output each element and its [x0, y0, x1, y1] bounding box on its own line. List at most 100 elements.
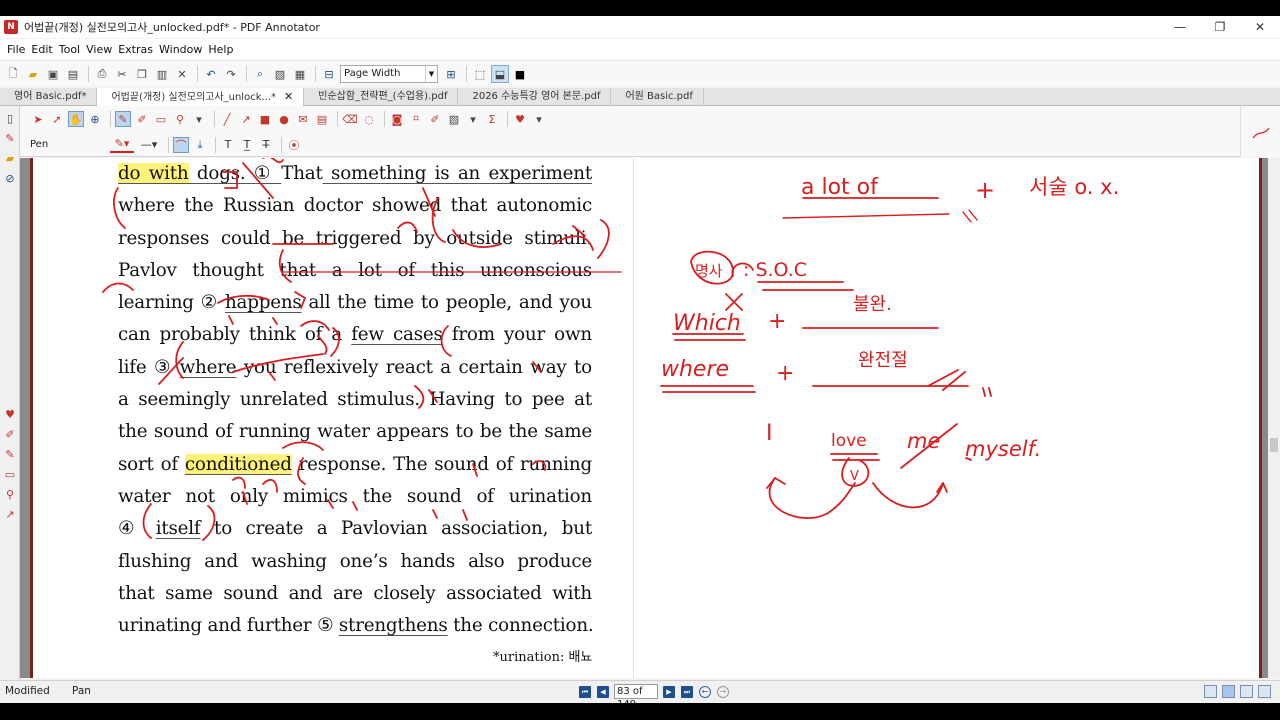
pen-icon[interactable]: ✎ — [3, 132, 17, 146]
text-under-icon[interactable]: T̲ — [239, 137, 255, 153]
attachment-icon[interactable]: ⊘ — [3, 172, 17, 186]
pen-color-icon[interactable]: ✎▾ — [110, 137, 134, 153]
mail-icon[interactable]: ✉ — [295, 111, 311, 127]
menu-file[interactable]: File — [4, 43, 28, 56]
save-icon[interactable]: ▣ — [44, 65, 62, 83]
image-icon[interactable]: ▧ — [271, 65, 289, 83]
text-icon[interactable]: T — [220, 137, 236, 153]
eraser-icon[interactable]: ⌫ — [342, 111, 358, 127]
ellipse-icon[interactable]: ● — [276, 111, 292, 127]
highlighter-tool-icon[interactable]: ✐ — [134, 111, 150, 127]
tab-1[interactable]: 어법끝(개정) 실전모의고사_unlock...* ✕ — [97, 88, 305, 106]
print-icon[interactable]: ⎙ — [93, 65, 111, 83]
page-number-input[interactable]: 83 of 149 — [614, 684, 658, 710]
previous-page-icon[interactable]: ◀ — [597, 685, 609, 698]
find-icon[interactable]: ⌕ — [251, 65, 269, 83]
next-page-icon[interactable]: ▶ — [663, 685, 675, 698]
forward-icon[interactable]: → — [717, 685, 729, 698]
copy-icon[interactable]: ❐ — [133, 65, 151, 83]
chevron-down-icon[interactable]: ▾ — [465, 111, 481, 127]
pages-icon[interactable]: ▦ — [291, 65, 309, 83]
line-style-icon[interactable]: —▾ — [137, 137, 161, 153]
close-tab-icon[interactable]: ✕ — [284, 90, 293, 103]
stamp-icon[interactable]: ⚲ — [3, 488, 17, 502]
pin-icon[interactable]: ⤓ — [192, 137, 208, 153]
passage-line: a seemingly unrelated stimulus. Having t… — [118, 384, 592, 416]
new-document-icon[interactable]: 🗋 — [4, 65, 22, 83]
lasso-icon[interactable]: ◌ — [361, 111, 377, 127]
tab-4[interactable]: 어원 Basic.pdf — [611, 88, 704, 106]
scrollbar-thumb[interactable] — [1270, 438, 1278, 452]
restore-button[interactable]: ❐ — [1200, 16, 1240, 38]
sigma-icon[interactable]: Σ — [484, 111, 500, 127]
document-area[interactable]: do with dogs. ① That something is an exp… — [20, 158, 1268, 678]
single-page-view-icon[interactable] — [1204, 685, 1217, 698]
menu-tool[interactable]: Tool — [56, 43, 83, 56]
paste-icon[interactable]: ▥ — [153, 65, 171, 83]
zoom-out-icon[interactable]: ⊟ — [320, 65, 338, 83]
passage-segment: responses could be triggered by outside … — [118, 227, 592, 249]
camera-icon[interactable]: ◙ — [389, 111, 405, 127]
cut-icon[interactable]: ✂ — [113, 65, 131, 83]
zoom-select[interactable]: Page Width ▼ — [340, 65, 438, 83]
first-page-icon[interactable]: ⏮ — [579, 685, 591, 698]
arrow-icon[interactable]: ↗ — [238, 111, 254, 127]
favorite-pen-icon[interactable]: ⦿ — [286, 137, 302, 153]
highlighter-icon[interactable]: ✎ — [3, 448, 17, 462]
vertical-scrollbar[interactable] — [1268, 158, 1280, 678]
pdf-page[interactable]: do with dogs. ① That something is an exp… — [30, 158, 1262, 678]
pen-tool-icon[interactable]: ✎ — [115, 111, 131, 127]
tab-3[interactable]: 2026 수능특강 영어 본문.pdf — [458, 88, 612, 106]
fit-page-icon[interactable]: ⬚ — [471, 65, 489, 83]
fill-icon[interactable]: ✐ — [427, 111, 443, 127]
zoom-in-icon[interactable]: ⊞ — [442, 65, 460, 83]
insert-image-icon[interactable]: ▧ — [446, 111, 462, 127]
pan-hand-icon[interactable]: ✋ — [68, 111, 84, 127]
save-as-icon[interactable]: ▤ — [64, 65, 82, 83]
tool-name: Pen — [30, 139, 49, 150]
underlined-option: where — [179, 356, 237, 378]
favorite-icon[interactable]: ♥ — [3, 408, 17, 422]
undo-icon[interactable]: ↶ — [202, 65, 220, 83]
passage-line: responses could be triggered by outside … — [118, 223, 592, 255]
delete-icon[interactable]: ✕ — [173, 65, 191, 83]
svg-text:명사: 명사 — [695, 262, 723, 280]
back-icon[interactable]: ← — [699, 685, 711, 698]
select-icon[interactable]: ➤ — [30, 111, 46, 127]
text-strike-icon[interactable]: T̶ — [258, 137, 274, 153]
menu-view[interactable]: View — [83, 43, 115, 56]
menu-extras[interactable]: Extras — [115, 43, 156, 56]
two-continuous-view-icon[interactable] — [1258, 685, 1271, 698]
two-page-view-icon[interactable] — [1240, 685, 1253, 698]
crop-icon[interactable]: ⌗ — [408, 111, 424, 127]
tab-0[interactable]: 영어 Basic.pdf* — [0, 88, 98, 106]
close-window-button[interactable]: ✕ — [1240, 16, 1280, 38]
chevron-down-icon[interactable]: ▾ — [191, 111, 207, 127]
folder-icon[interactable]: ▰ — [3, 152, 17, 166]
last-page-icon[interactable]: ⏭ — [681, 685, 693, 698]
open-folder-icon[interactable]: ▰ — [24, 65, 42, 83]
fit-width-icon[interactable]: ⬓ — [491, 65, 509, 83]
rectangle-icon[interactable]: ■ — [257, 111, 273, 127]
menu-edit[interactable]: Edit — [28, 43, 55, 56]
arrow-tool-icon[interactable]: ↗ — [3, 508, 17, 522]
heart-icon[interactable]: ♥ — [512, 111, 528, 127]
minimize-button[interactable]: — — [1160, 16, 1200, 38]
briefcase-icon[interactable]: ▤ — [314, 111, 330, 127]
tab-2[interactable]: 빈순삽함_전략편_(수업용).pdf — [304, 88, 459, 106]
line-icon[interactable]: ╱ — [219, 111, 235, 127]
continuous-view-icon[interactable] — [1222, 685, 1235, 698]
page-icon[interactable]: ▯ — [3, 112, 17, 126]
freehand-icon[interactable]: ⌒ — [173, 136, 189, 153]
chevron-down-icon[interactable]: ▾ — [531, 111, 547, 127]
marker-icon[interactable]: ✐ — [3, 428, 17, 442]
menu-help[interactable]: Help — [205, 43, 236, 56]
stamp-tool-icon[interactable]: ⚲ — [172, 111, 188, 127]
image-insert-icon[interactable]: ▭ — [153, 111, 169, 127]
magnifier-icon[interactable]: ⊕ — [87, 111, 103, 127]
redo-icon[interactable]: ↷ — [222, 65, 240, 83]
image-tool-icon[interactable]: ▭ — [3, 468, 17, 482]
fullscreen-icon[interactable]: ■ — [511, 65, 529, 83]
menu-window[interactable]: Window — [156, 43, 205, 56]
select-area-icon[interactable]: ➚ — [49, 111, 65, 127]
